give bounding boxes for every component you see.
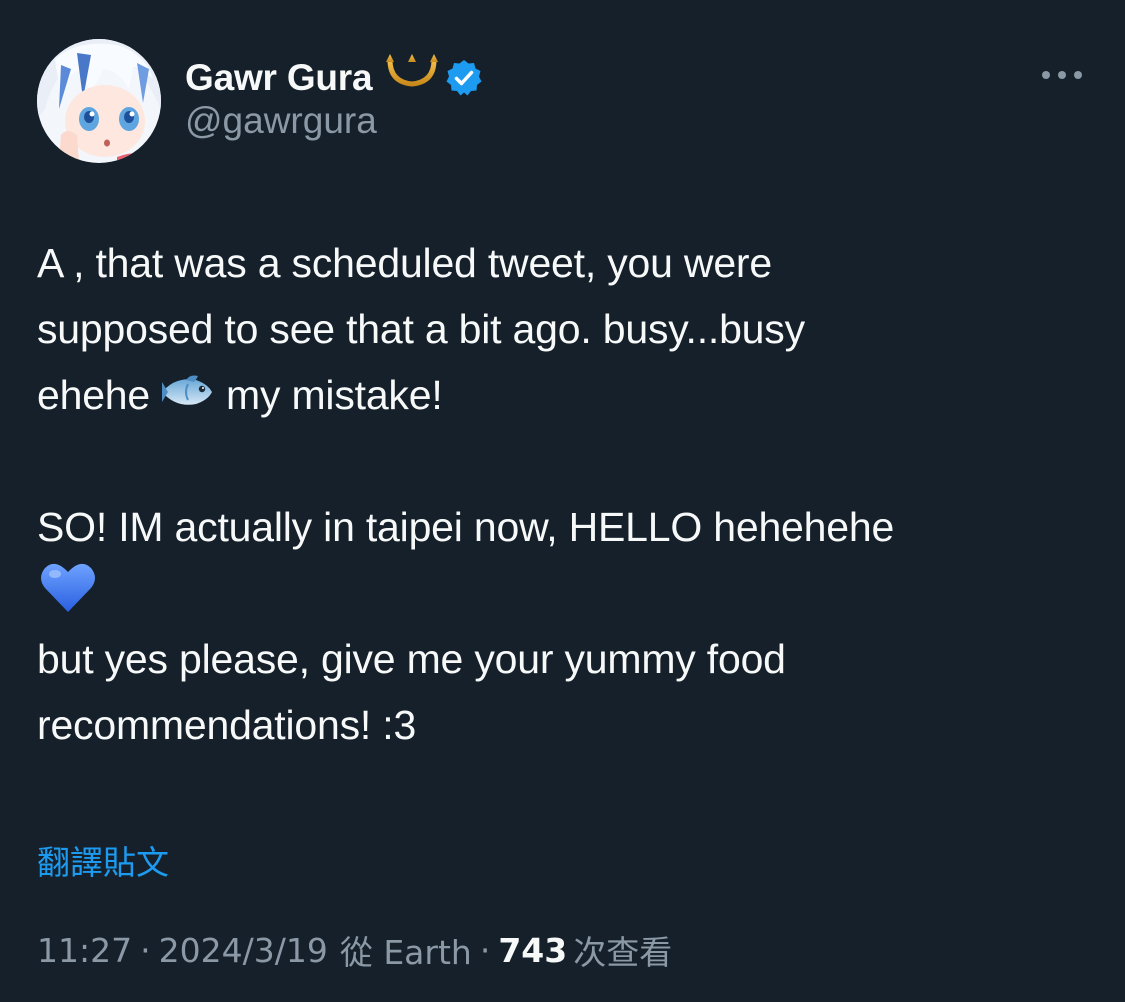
tweet-line: SO! IM actually in taipei now, HELLO heh… (37, 504, 895, 550)
handle[interactable]: @gawrgura (185, 100, 377, 142)
tweet-card: Gawr Gura @gawrgura A , that was a sched… (0, 0, 1125, 1002)
post-source: 從 Earth (339, 933, 472, 972)
trident-icon (384, 52, 440, 105)
tweet-line-text: ehehe (37, 372, 151, 418)
tweet-line: supposed to see that a bit ago. busy...b… (37, 306, 805, 352)
tweet-line: but yes please, give me your yummy food (37, 636, 786, 682)
avatar[interactable] (37, 39, 161, 163)
avatar-image (37, 39, 161, 163)
separator-dot: · (140, 930, 151, 970)
more-dots-icon (1042, 71, 1082, 79)
tweet-line: recommendations! :3 (37, 702, 417, 748)
verified-badge-icon[interactable] (444, 58, 484, 98)
display-name[interactable]: Gawr Gura (185, 57, 373, 99)
more-options-button[interactable] (1036, 60, 1090, 90)
blue-heart-icon (39, 560, 97, 633)
views-label: 次查看 (573, 933, 673, 972)
separator-dot: · (479, 930, 491, 970)
author-line: Gawr Gura (185, 48, 484, 108)
tweet-line (37, 560, 1087, 626)
tweet-line: ehehe my mistake! (37, 362, 1087, 428)
tweet-line: A , that was a scheduled tweet, you were (37, 240, 772, 286)
fish-icon (158, 365, 218, 431)
tweet-metadata: 11:27 · 2024/3/19 從 Earth · 743 次查看 (37, 925, 672, 975)
tweet-text: A , that was a scheduled tweet, you were… (37, 230, 1087, 758)
views-count[interactable]: 743 (498, 931, 567, 970)
translate-post-link[interactable]: 翻譯貼文 (37, 836, 169, 884)
timestamp-date[interactable]: 2024/3/19 (159, 931, 328, 970)
timestamp-time[interactable]: 11:27 (37, 931, 132, 970)
tweet-line-text: my mistake! (226, 372, 443, 418)
